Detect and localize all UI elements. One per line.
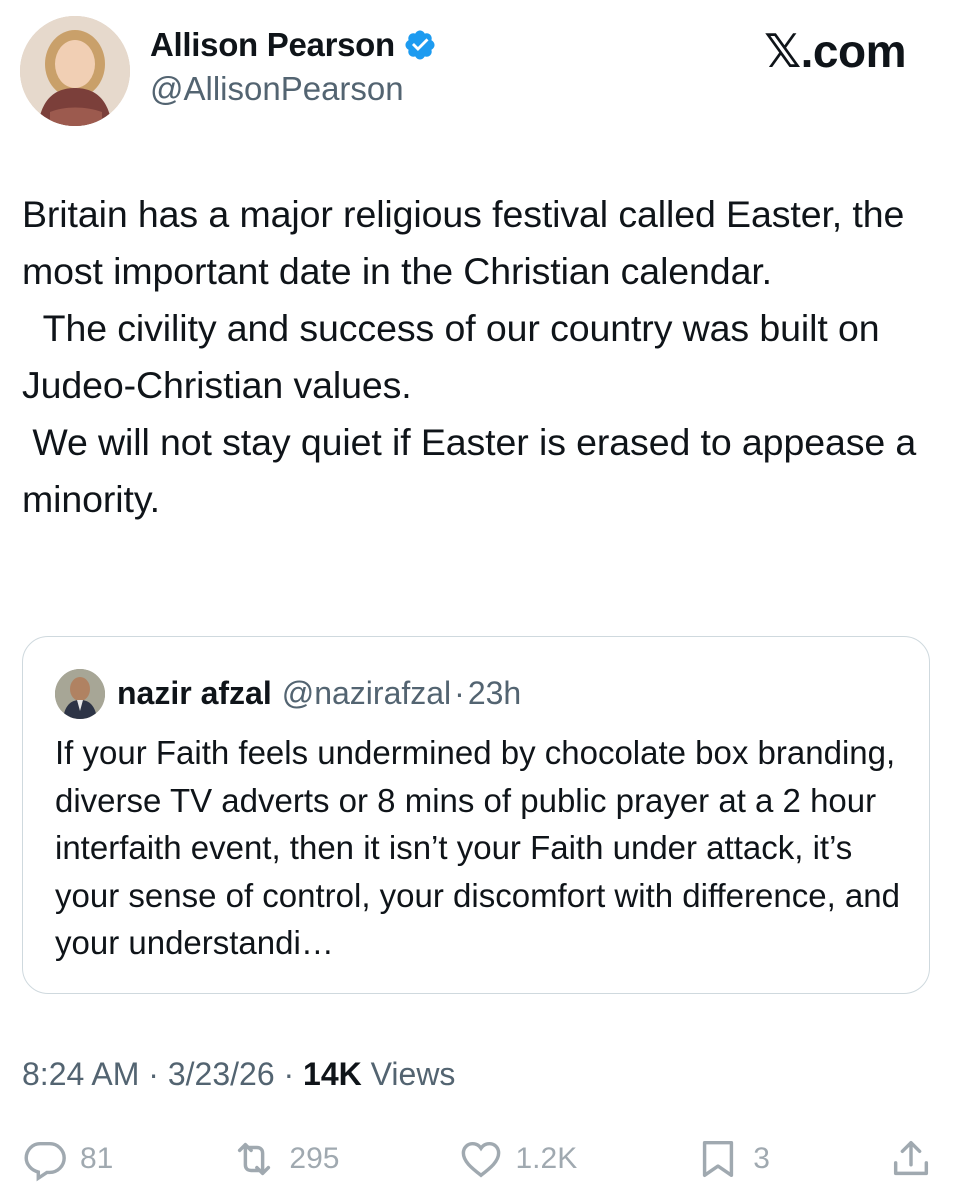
reply-icon	[24, 1141, 66, 1182]
author-handle[interactable]: @AllisonPearson	[150, 70, 404, 108]
action-bar: 81 295 1.2K 3	[22, 1132, 934, 1186]
meta-separator-dot-2: ·	[283, 1056, 295, 1092]
quote-header: nazir afzal @nazirafzal·23h	[117, 675, 521, 712]
quote-timestamp[interactable]: 23h	[468, 675, 521, 711]
share-icon	[893, 1140, 929, 1176]
tweet-date[interactable]: 3/23/26	[168, 1056, 275, 1092]
tweet-text: Britain has a major religious festival c…	[22, 193, 917, 520]
brand-logo: 𝕏.com	[764, 25, 906, 77]
heart-icon	[461, 1141, 500, 1178]
author-display-name[interactable]: Allison Pearson	[150, 26, 395, 64]
quote-author-handle[interactable]: @nazirafzal	[282, 675, 451, 711]
bookmark-button[interactable]: 3	[695, 1136, 770, 1182]
author-name-row: Allison Pearson	[150, 26, 437, 64]
author-avatar[interactable]	[20, 16, 130, 126]
like-button[interactable]: 1.2K	[458, 1136, 578, 1182]
quote-text: If your Faith feels undermined by chocol…	[55, 734, 910, 961]
repost-button[interactable]: 295	[231, 1136, 339, 1182]
meta-separator-dot: ·	[148, 1056, 159, 1092]
share-button[interactable]	[888, 1136, 934, 1182]
reply-count: 81	[80, 1142, 114, 1175]
tweet-meta: 8:24 AM · 3/23/26 · 14K Views	[22, 1056, 455, 1093]
repost-icon	[238, 1142, 271, 1176]
bookmark-icon	[703, 1140, 734, 1178]
tweet-time[interactable]: 8:24 AM	[22, 1056, 139, 1092]
quote-author-name[interactable]: nazir afzal	[117, 675, 272, 711]
reply-button[interactable]: 81	[22, 1136, 113, 1182]
quoted-tweet[interactable]: nazir afzal @nazirafzal·23h If your Faith…	[22, 636, 930, 994]
quote-separator-dot: ·	[454, 675, 465, 711]
verified-badge-icon	[403, 28, 437, 62]
views-count: 14K	[303, 1056, 362, 1092]
bookmark-count: 3	[753, 1142, 770, 1175]
quote-author-avatar[interactable]	[55, 669, 105, 719]
like-count: 1.2K	[515, 1142, 578, 1175]
repost-count: 295	[289, 1142, 340, 1175]
views-label: Views	[370, 1056, 456, 1092]
